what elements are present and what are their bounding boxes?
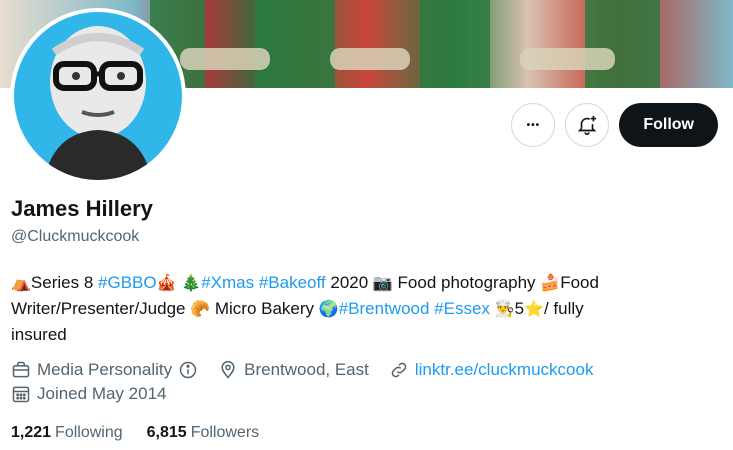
following-link[interactable]: 1,221 Following — [11, 424, 123, 442]
globe-emoji: 🌍 — [318, 301, 339, 318]
briefcase-icon — [12, 361, 30, 378]
joined-item: Joined May 2014 — [11, 384, 166, 404]
tent-emoji: ⛺ — [11, 275, 31, 292]
tent-emoji-2: 🎪 — [156, 275, 177, 292]
chef-emoji: 👨‍🍳 — [494, 301, 515, 318]
followers-link[interactable]: 6,815 Followers — [147, 424, 260, 442]
profile-meta-row-1: Media Personality Brentwood, East linktr… — [11, 360, 593, 380]
hashtag-bakeoff[interactable]: #Bakeoff — [259, 273, 326, 292]
more-options-button[interactable]: ••• — [511, 103, 556, 147]
website-link[interactable]: linktr.ee/cluckmuckcook — [415, 360, 594, 380]
joined-label: Joined May 2014 — [37, 384, 167, 403]
profile-bio: ⛺Series 8 #GBBO🎪 🎄#Xmas #Bakeoff 2020 📷 … — [11, 270, 711, 347]
hashtag-gbbo[interactable]: #GBBO — [98, 273, 157, 292]
bio-line-3: insured — [11, 325, 67, 344]
website-item: linktr.ee/cluckmuckcook — [389, 360, 594, 380]
star-emoji: ⭐ — [524, 301, 544, 318]
bell-plus-icon — [578, 115, 597, 135]
location-label: Brentwood, East — [244, 360, 369, 379]
camera-emoji: 📷 — [372, 275, 393, 292]
followers-count: 6,815 — [146, 424, 187, 441]
link-icon — [391, 362, 407, 378]
follow-button[interactable]: Follow — [619, 103, 718, 147]
hashtag-xmas[interactable]: #Xmas — [201, 273, 254, 292]
avatar-portrait-image — [44, 26, 152, 180]
calendar-icon — [12, 386, 30, 403]
more-horizontal-icon: ••• — [526, 119, 541, 131]
category-label: Media Personality — [37, 360, 173, 379]
profile-stats: 1,221 Following 6,815 Followers — [11, 424, 259, 442]
christmas-tree-emoji: 🎄 — [181, 275, 202, 292]
cake-emoji: 🍰 — [540, 275, 561, 292]
info-icon[interactable] — [178, 360, 198, 380]
hashtag-brentwood[interactable]: #Brentwood — [339, 299, 430, 318]
croissant-emoji: 🥐 — [190, 301, 211, 318]
location-item: Brentwood, East — [218, 360, 369, 380]
following-count: 1,221 — [11, 424, 52, 441]
profile-display-name: James Hillery — [11, 196, 153, 221]
followers-label: Followers — [190, 424, 260, 441]
hashtag-essex[interactable]: #Essex — [434, 299, 490, 318]
profile-meta-row-2: Joined May 2014 — [11, 384, 166, 404]
profile-avatar[interactable] — [10, 8, 186, 184]
profile-actions: ••• Follow — [511, 103, 718, 147]
profile-handle: @Cluckmuckcook — [11, 228, 140, 245]
bio-line-2: Writer/Presenter/Judge 🥐 Micro Bakery 🌍#… — [11, 296, 711, 322]
notifications-button[interactable] — [565, 103, 610, 147]
location-pin-icon — [221, 360, 235, 379]
bio-line-1: ⛺Series 8 #GBBO🎪 🎄#Xmas #Bakeoff 2020 📷 … — [11, 270, 711, 296]
category-item: Media Personality — [11, 360, 198, 380]
following-label: Following — [55, 424, 123, 441]
